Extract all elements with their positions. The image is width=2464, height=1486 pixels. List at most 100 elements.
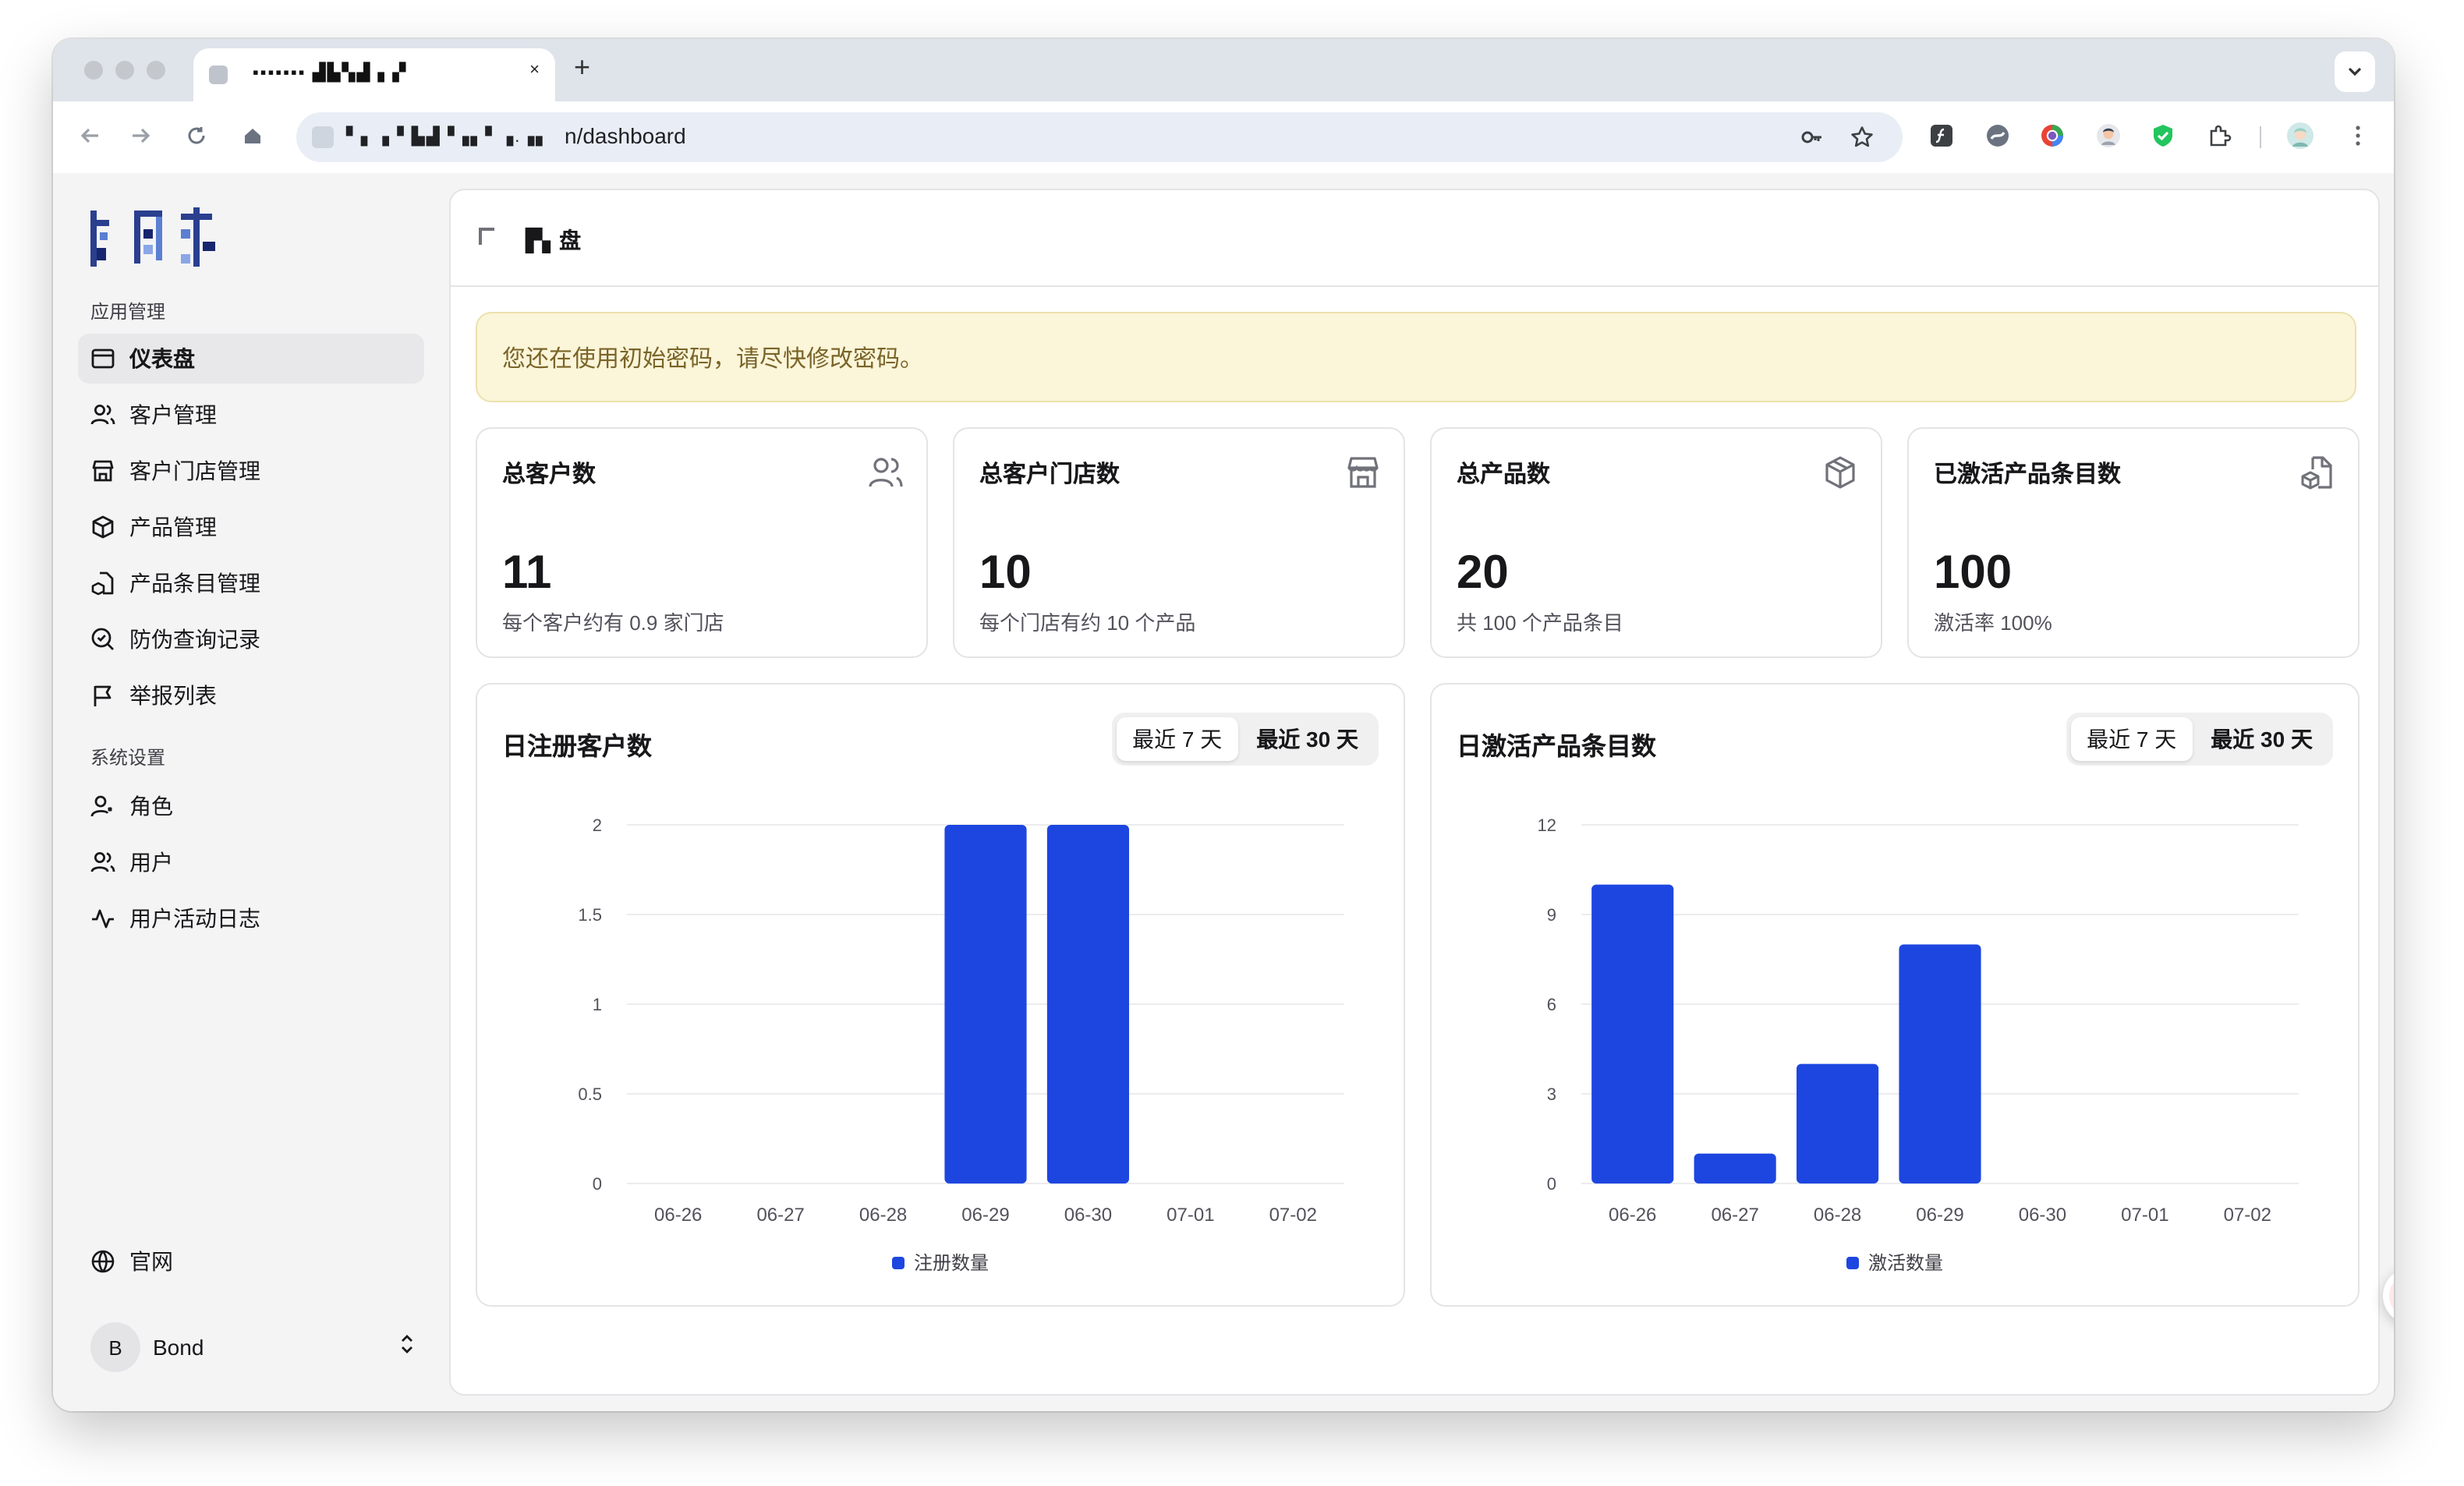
stat-value: 11 xyxy=(502,547,552,599)
url-host: ▘▖▗▝ ▙▟▝▗▖▘▗.▗▖ xyxy=(346,128,551,147)
bar[interactable] xyxy=(1046,825,1129,1183)
user-menu[interactable]: B Bond xyxy=(90,1321,418,1374)
stat-value: 20 xyxy=(1457,547,1509,599)
profile-avatar-icon[interactable] xyxy=(2286,122,2314,150)
sidebar-item-activity-log[interactable]: 用户活动日志 xyxy=(78,893,424,943)
bar[interactable] xyxy=(1591,884,1674,1183)
sidebar-item-customers[interactable]: 客户管理 xyxy=(78,390,424,440)
browser-toolbar: ▘▖▗▝ ▙▟▝▗▖▘▗.▗▖ n/dashboard xyxy=(53,101,2394,173)
back-button[interactable] xyxy=(78,123,103,148)
bar[interactable] xyxy=(1797,1063,1879,1183)
sidebar-item-label: 产品条目管理 xyxy=(129,571,260,596)
extension-avatar-icon[interactable] xyxy=(2094,122,2122,150)
flag-icon xyxy=(90,683,115,708)
x-tick-label: 06-27 xyxy=(1711,1205,1758,1226)
legend-swatch xyxy=(1846,1256,1859,1268)
extension-block-icon[interactable] xyxy=(1984,122,2012,150)
y-tick-label: 1 xyxy=(593,995,602,1014)
support-chat-button[interactable] xyxy=(2383,1268,2394,1324)
sidebar-item-label: 防伪查询记录 xyxy=(129,627,260,652)
sidebar-item-roles[interactable]: 角色 xyxy=(78,781,424,831)
chevrons-up-down-icon xyxy=(396,1332,418,1362)
bar[interactable] xyxy=(944,825,1027,1183)
sidebar-item-product-entries[interactable]: 产品条目管理 xyxy=(78,558,424,608)
extension-font-icon[interactable] xyxy=(1928,122,1956,150)
tab-title: ▪▪▪▪▪▪▪ ▟▙▚▟ ▖▞ xyxy=(253,64,408,83)
app-logo[interactable] xyxy=(90,207,218,270)
stat-value: 100 xyxy=(1934,547,2013,599)
minimize-window-button[interactable] xyxy=(115,61,134,80)
forward-arrow-icon xyxy=(133,128,150,143)
home-button[interactable] xyxy=(240,123,265,148)
chart-card-daily-activations: 日激活产品条目数 最近 7 天 最近 30 天 0 3 6 9 12 06-26 06-27… xyxy=(1430,683,2360,1307)
sidebar-item-label: 用户 xyxy=(129,850,173,875)
x-tick-label: 07-01 xyxy=(2121,1205,2168,1226)
reload-button[interactable] xyxy=(184,123,209,148)
sidebar: 应用管理 仪表盘 客户管理 客户门店管理 产品管理 产品条目管理 防伪查询记录 … xyxy=(53,173,449,1411)
chart-title: 日注册客户数 xyxy=(502,734,653,761)
extension-color-icon[interactable] xyxy=(2038,122,2066,150)
home-icon xyxy=(245,129,260,143)
tab-close-button[interactable]: × xyxy=(529,61,540,80)
stat-subtitle: 每个客户约有 0.9 家门店 xyxy=(502,611,724,635)
sidebar-item-label: 产品管理 xyxy=(129,515,217,540)
extension-shield-icon[interactable] xyxy=(2149,122,2177,150)
stat-card-activated-entries: 已激活产品条目数 100 激活率 100% xyxy=(1907,427,2360,658)
site-info-icon[interactable] xyxy=(312,126,334,148)
activity-icon xyxy=(90,906,115,931)
chart-title: 日激活产品条目数 xyxy=(1457,734,1657,761)
stat-title: 已激活产品条目数 xyxy=(1934,462,2122,488)
x-tick-label: 06-28 xyxy=(859,1205,907,1226)
bookmark-star-icon[interactable] xyxy=(1850,125,1875,150)
y-tick-label: 6 xyxy=(1547,995,1556,1014)
users-icon xyxy=(867,454,905,491)
sidebar-item-verification-records[interactable]: 防伪查询记录 xyxy=(78,614,424,664)
x-tick-label: 06-27 xyxy=(756,1205,804,1226)
page-title: ▛▖盘 xyxy=(526,228,582,253)
stat-title: 总产品数 xyxy=(1457,462,1551,488)
x-tick-label: 06-26 xyxy=(1609,1205,1656,1226)
user-name: Bond xyxy=(153,1335,204,1360)
alert-text: 您还在使用初始密码，请尽快修改密码。 xyxy=(502,346,924,373)
stat-value: 10 xyxy=(979,547,1032,599)
legend-swatch xyxy=(891,1256,905,1268)
legend-label: 激活数量 xyxy=(1867,1252,1943,1274)
sidebar-toggle-button[interactable] xyxy=(476,225,501,249)
sidebar-item-stores[interactable]: 客户门店管理 xyxy=(78,446,424,496)
range-30-days-button[interactable]: 最近 30 天 xyxy=(1241,717,1374,761)
globe-icon xyxy=(90,1249,115,1274)
bar[interactable] xyxy=(1694,1153,1776,1183)
extensions-puzzle-icon[interactable] xyxy=(2205,122,2233,150)
tab-search-button[interactable] xyxy=(2335,51,2375,92)
range-7-days-button[interactable]: 最近 7 天 xyxy=(2071,717,2193,761)
browser-menu-button[interactable] xyxy=(2344,122,2372,150)
sidebar-item-users[interactable]: 用户 xyxy=(78,837,424,887)
new-tab-button[interactable]: + xyxy=(574,51,590,84)
page-header: ▛▖盘 xyxy=(451,190,2378,287)
website-link[interactable]: 官网 xyxy=(78,1237,424,1286)
x-tick-label: 06-29 xyxy=(1916,1205,1963,1226)
sidebar-item-reports[interactable]: 举报列表 xyxy=(78,670,424,720)
sidebar-item-label: 客户门店管理 xyxy=(129,458,260,483)
bar[interactable] xyxy=(1899,944,1981,1183)
reload-icon xyxy=(188,127,205,144)
x-tick-label: 06-26 xyxy=(654,1205,702,1226)
range-30-days-button[interactable]: 最近 30 天 xyxy=(2195,717,2328,761)
maximize-window-button[interactable] xyxy=(147,61,165,80)
close-window-button[interactable] xyxy=(84,61,103,80)
sidebar-item-products[interactable]: 产品管理 xyxy=(78,502,424,552)
stat-subtitle: 共 100 个产品条目 xyxy=(1457,611,1623,635)
sidebar-item-label: 角色 xyxy=(129,794,173,819)
range-7-days-button[interactable]: 最近 7 天 xyxy=(1117,717,1238,761)
legend-label: 注册数量 xyxy=(913,1252,989,1274)
x-tick-label: 07-02 xyxy=(2224,1205,2271,1226)
password-key-icon[interactable] xyxy=(1800,125,1825,150)
sidebar-item-label: 举报列表 xyxy=(129,683,217,708)
address-bar[interactable]: ▘▖▗▝ ▙▟▝▗▖▘▗.▗▖ n/dashboard xyxy=(296,112,1903,162)
x-tick-label: 06-30 xyxy=(2019,1205,2066,1226)
forward-button[interactable] xyxy=(128,123,153,148)
browser-tab[interactable]: ▪▪▪▪▪▪▪ ▟▙▚▟ ▖▞ × xyxy=(193,48,555,101)
store-icon xyxy=(90,458,115,483)
page-content: 应用管理 仪表盘 客户管理 客户门店管理 产品管理 产品条目管理 防伪查询记录 … xyxy=(53,173,2394,1411)
sidebar-item-dashboard[interactable]: 仪表盘 xyxy=(78,334,424,384)
